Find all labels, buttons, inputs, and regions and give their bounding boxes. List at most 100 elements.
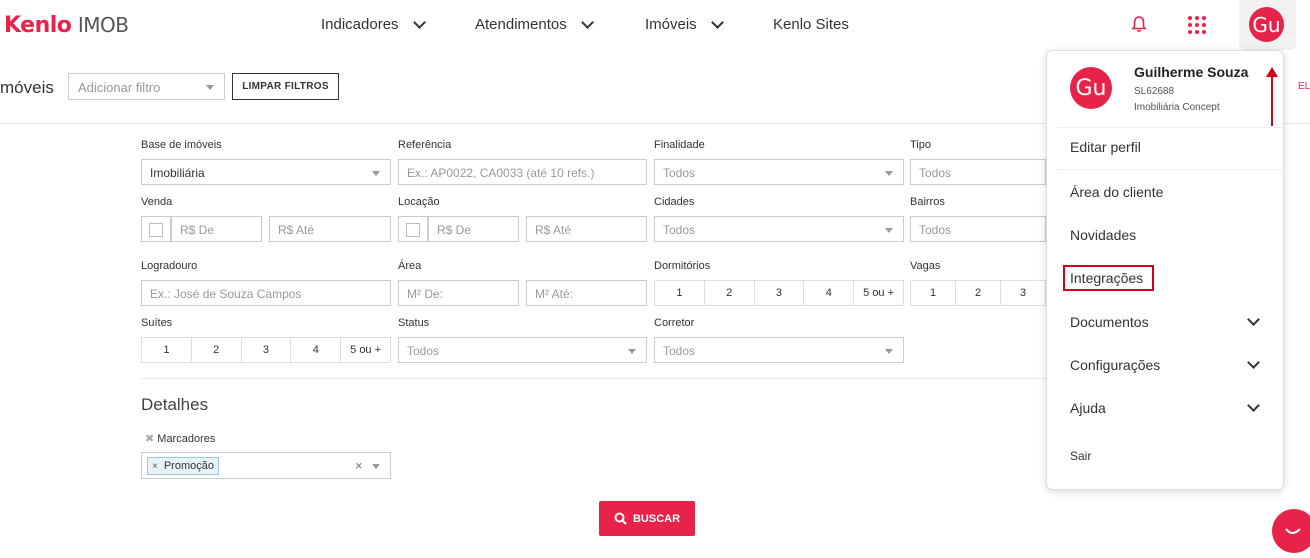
cidades-label: Cidades <box>654 196 695 208</box>
venda-label: Venda <box>141 196 173 208</box>
menu-item-editar-perfil[interactable]: Editar perfil <box>1070 139 1141 155</box>
logo-brand: Kenlo <box>4 13 72 38</box>
dormitorios-option[interactable]: 5 ou + <box>854 281 903 305</box>
locacao-de-input[interactable]: R$ De <box>428 216 519 242</box>
corretor-label: Corretor <box>654 317 695 329</box>
nav-indicadores[interactable]: Indicadores <box>321 15 426 33</box>
nav-imoveis[interactable]: Imóveis <box>645 15 724 33</box>
clear-filters-button[interactable]: LIMPAR FILTROS <box>232 73 339 100</box>
status-label: Status <box>398 317 430 329</box>
marcadores-label-row: ✖ Marcadores <box>145 432 215 445</box>
locacao-ate-input[interactable]: R$ Até <box>526 216 647 242</box>
referencia-input[interactable]: Ex.: AP0022, CA0033 (até 10 refs.) <box>398 159 647 185</box>
caret-down-icon <box>206 85 214 90</box>
menu-item-documentos[interactable]: Documentos <box>1070 314 1149 330</box>
tipo-label: Tipo <box>910 139 931 151</box>
avatar: Gu <box>1249 7 1284 42</box>
dormitorios-label: Dormitórios <box>654 260 711 272</box>
dormitorios-option[interactable]: 3 <box>755 281 805 305</box>
avatar: Gu <box>1070 67 1112 109</box>
locacao-label: Locação <box>398 196 440 208</box>
suites-option[interactable]: 2 <box>192 338 242 362</box>
corretor-value: Todos <box>663 344 696 358</box>
caret-down-icon <box>885 349 893 354</box>
page-title: móveis <box>0 78 54 97</box>
bairros-select[interactable]: Todos <box>910 216 1046 242</box>
export-excel-link-fragment[interactable]: EL <box>1298 81 1310 92</box>
chevron-down-icon <box>580 15 594 29</box>
base-value: Imobiliária <box>150 166 205 180</box>
base-select[interactable]: Imobiliária <box>141 159 391 185</box>
suites-option[interactable]: 1 <box>142 338 192 362</box>
caret-down-icon <box>885 171 893 176</box>
suites-option[interactable]: 3 <box>242 338 292 362</box>
finalidade-label: Finalidade <box>654 139 705 151</box>
suites-segmented: 1 2 3 4 5 ou + <box>141 337 391 363</box>
top-navigation-bar: Kenlo IMOB Indicadores Atendimentos Imóv… <box>0 0 1310 50</box>
vagas-option[interactable]: 3 <box>1001 281 1045 305</box>
suites-label: Suítes <box>141 317 173 329</box>
search-icon <box>614 512 627 525</box>
chevron-down-icon <box>1247 313 1260 326</box>
arrow-annotation <box>1271 74 1273 126</box>
dormitorios-option[interactable]: 2 <box>705 281 755 305</box>
dormitorios-option[interactable]: 4 <box>804 281 855 305</box>
clear-selection-icon[interactable]: × <box>355 458 363 473</box>
kenlo-logo[interactable]: Kenlo IMOB <box>4 13 129 38</box>
area-de-input[interactable]: M² De: <box>398 280 519 306</box>
base-label: Base de imóveis <box>141 139 222 151</box>
corretor-select[interactable]: Todos <box>654 337 904 363</box>
area-ate-input[interactable]: M² Até: <box>526 280 647 306</box>
bell-icon[interactable] <box>1130 15 1148 33</box>
vagas-option[interactable]: 1 <box>911 281 956 305</box>
chevron-down-icon <box>1247 356 1260 369</box>
referencia-label: Referência <box>398 139 452 151</box>
suites-option[interactable]: 5 ou + <box>341 338 390 362</box>
vagas-label: Vagas <box>910 260 941 272</box>
menu-item-novidades[interactable]: Novidades <box>1070 227 1136 243</box>
marcadores-multiselect[interactable]: × Promoção × <box>141 452 391 479</box>
chevron-down-icon <box>710 15 724 29</box>
dormitorios-segmented: 1 2 3 4 5 ou + <box>654 280 904 306</box>
venda-de-input[interactable]: R$ De <box>171 216 262 242</box>
venda-ate-input[interactable]: R$ Até <box>269 216 391 242</box>
suites-option[interactable]: 4 <box>291 338 342 362</box>
remove-tag-icon[interactable]: × <box>152 461 158 472</box>
menu-item-configuracoes[interactable]: Configurações <box>1070 357 1160 373</box>
nav-kenlo-sites[interactable]: Kenlo Sites <box>773 16 849 33</box>
remove-filter-icon[interactable]: ✖ <box>145 433 154 445</box>
menu-item-sair[interactable]: Sair <box>1070 449 1091 463</box>
menu-item-ajuda[interactable]: Ajuda <box>1070 400 1106 416</box>
add-filter-select[interactable]: Adicionar filtro <box>68 73 225 100</box>
section-divider <box>141 378 1061 379</box>
tag-label: Promoção <box>163 460 214 472</box>
finalidade-select[interactable]: Todos <box>654 159 904 185</box>
tag-chip: × Promoção <box>147 457 219 475</box>
marcadores-label: Marcadores <box>157 433 216 445</box>
nav-indicadores-label: Indicadores <box>321 16 399 33</box>
menu-item-area-cliente[interactable]: Área do cliente <box>1070 184 1163 200</box>
search-button[interactable]: BUSCAR <box>599 501 695 536</box>
details-title: Detalhes <box>141 395 209 414</box>
user-agency: Imobiliária Concept <box>1134 102 1220 113</box>
status-select[interactable]: Todos <box>398 337 647 363</box>
apps-grid-icon[interactable] <box>1188 16 1206 34</box>
nav-atendimentos-label: Atendimentos <box>475 16 567 33</box>
nav-kenlo-sites-label: Kenlo Sites <box>773 16 849 33</box>
chevron-down-icon <box>1247 399 1260 412</box>
chevron-down-icon <box>412 15 426 29</box>
nav-atendimentos[interactable]: Atendimentos <box>475 15 594 33</box>
cidades-select[interactable]: Todos <box>654 216 904 242</box>
cidades-value: Todos <box>663 223 696 237</box>
venda-checkbox[interactable] <box>141 216 171 242</box>
chat-support-icon[interactable] <box>1272 509 1310 553</box>
logo-product: IMOB <box>77 13 129 37</box>
add-filter-placeholder: Adicionar filtro <box>78 80 161 95</box>
vagas-option[interactable]: 2 <box>956 281 1001 305</box>
locacao-checkbox[interactable] <box>398 216 428 242</box>
user-avatar-button[interactable]: Gu <box>1239 0 1296 50</box>
tipo-select[interactable]: Todos <box>910 159 1046 185</box>
logradouro-input[interactable]: Ex.: José de Souza Campos <box>141 280 391 306</box>
menu-divider <box>1057 169 1283 170</box>
dormitorios-option[interactable]: 1 <box>655 281 705 305</box>
